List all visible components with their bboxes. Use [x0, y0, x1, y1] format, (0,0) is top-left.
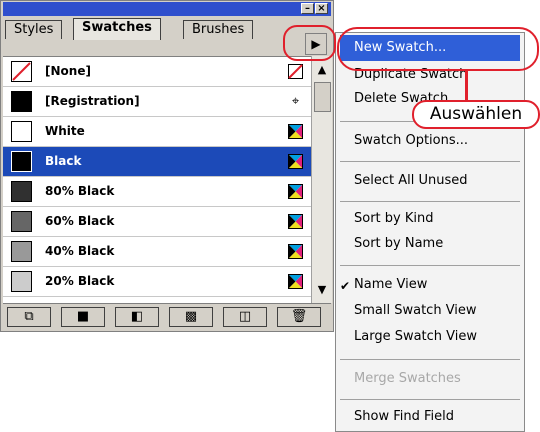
menu-item-swatch-options[interactable]: Swatch Options... — [354, 133, 468, 148]
menu-separator — [340, 399, 520, 400]
show-color-swatches-button[interactable]: ■ — [61, 307, 105, 327]
menu-item-small-swatch-view[interactable]: Small Swatch View — [354, 303, 477, 318]
trash-icon: 🗑 — [290, 309, 308, 324]
panel-flyout-menu: New Swatch... Duplicate Swatch Delete Sw… — [335, 32, 525, 432]
new-swatch-icon: ◫ — [238, 309, 252, 324]
swatch-chip — [11, 271, 32, 292]
swatch-label: 40% Black — [45, 244, 115, 258]
pattern-swatches-icon: ▩ — [184, 309, 198, 324]
process-color-icon — [288, 124, 303, 139]
scroll-thumb[interactable] — [314, 82, 331, 112]
swatch-chip — [11, 61, 32, 82]
swatch-row-none[interactable]: [None] — [3, 57, 311, 87]
annotation-callout: Auswählen — [412, 100, 540, 129]
swatch-row-20-black[interactable]: 20% Black — [3, 267, 311, 297]
none-icon — [288, 64, 303, 79]
menu-item-name-view[interactable]: Name View — [354, 277, 427, 292]
swatch-chip — [11, 151, 32, 172]
swatch-row-black[interactable]: Black — [3, 147, 311, 177]
swatch-label: [None] — [45, 64, 91, 78]
menu-item-sort-by-kind[interactable]: Sort by Kind — [354, 211, 434, 226]
registration-icon: ⌖ — [291, 94, 300, 109]
swatch-chip — [11, 121, 32, 142]
swatch-row-80-black[interactable]: 80% Black — [3, 177, 311, 207]
delete-swatch-button[interactable]: 🗑 — [277, 307, 321, 327]
menu-separator — [340, 359, 520, 360]
annotation-circle-panel-menu — [283, 25, 336, 61]
swatch-label: 80% Black — [45, 184, 115, 198]
gradient-swatches-icon: ◧ — [130, 309, 144, 324]
menu-item-select-all-unused[interactable]: Select All Unused — [354, 173, 468, 188]
process-color-icon — [288, 214, 303, 229]
process-color-icon — [288, 184, 303, 199]
menu-separator — [340, 265, 520, 266]
swatch-list: [None] [Registration] ⌖ White Black 80% … — [3, 56, 311, 304]
minimize-icon[interactable]: – — [301, 3, 314, 14]
menu-item-merge-swatches: Merge Swatches — [354, 371, 461, 386]
tab-brushes[interactable]: Brushes — [183, 20, 254, 39]
swatch-chip — [11, 181, 32, 202]
swatch-chip — [11, 211, 32, 232]
swatch-row-white[interactable]: White — [3, 117, 311, 147]
scroll-down-icon[interactable]: ▼ — [314, 282, 330, 298]
process-color-icon — [288, 244, 303, 259]
swatch-row-40-black[interactable]: 40% Black — [3, 237, 311, 267]
close-icon[interactable]: × — [315, 3, 328, 14]
panel-bottom-bar: ⧉ ■ ◧ ▩ ◫ 🗑 — [3, 303, 331, 330]
process-color-icon — [288, 274, 303, 289]
panel-titlebar: – × — [3, 2, 331, 16]
new-swatch-button[interactable]: ◫ — [223, 307, 267, 327]
swatch-list-scrollbar[interactable]: ▲ ▼ — [311, 56, 332, 303]
menu-item-show-find-field[interactable]: Show Find Field — [354, 409, 454, 424]
tab-styles[interactable]: Styles — [5, 20, 63, 39]
scroll-up-icon[interactable]: ▲ — [314, 62, 330, 78]
swatch-label: Black — [45, 154, 82, 168]
show-gradient-swatches-button[interactable]: ◧ — [115, 307, 159, 327]
swatch-chip — [11, 241, 32, 262]
swatch-label: 60% Black — [45, 214, 115, 228]
menu-item-large-swatch-view[interactable]: Large Swatch View — [354, 329, 477, 344]
menu-separator — [340, 161, 520, 162]
swatch-label: 20% Black — [45, 274, 115, 288]
process-color-icon — [288, 154, 303, 169]
color-swatches-icon: ■ — [76, 309, 90, 324]
tab-swatches[interactable]: Swatches — [73, 18, 161, 40]
swatch-row-registration[interactable]: [Registration] ⌖ — [3, 87, 311, 117]
show-all-icon: ⧉ — [24, 309, 34, 324]
menu-item-sort-by-name[interactable]: Sort by Name — [354, 236, 443, 251]
show-all-swatches-button[interactable]: ⧉ — [7, 307, 51, 327]
checkmark-icon: ✔ — [340, 279, 351, 293]
swatch-label: White — [45, 124, 85, 138]
swatch-label: [Registration] — [45, 94, 140, 108]
menu-separator — [340, 201, 520, 202]
swatch-chip — [11, 91, 32, 112]
show-pattern-swatches-button[interactable]: ▩ — [169, 307, 213, 327]
annotation-connector — [465, 70, 468, 101]
swatch-row-60-black[interactable]: 60% Black — [3, 207, 311, 237]
annotation-circle-new-swatch — [337, 27, 539, 71]
